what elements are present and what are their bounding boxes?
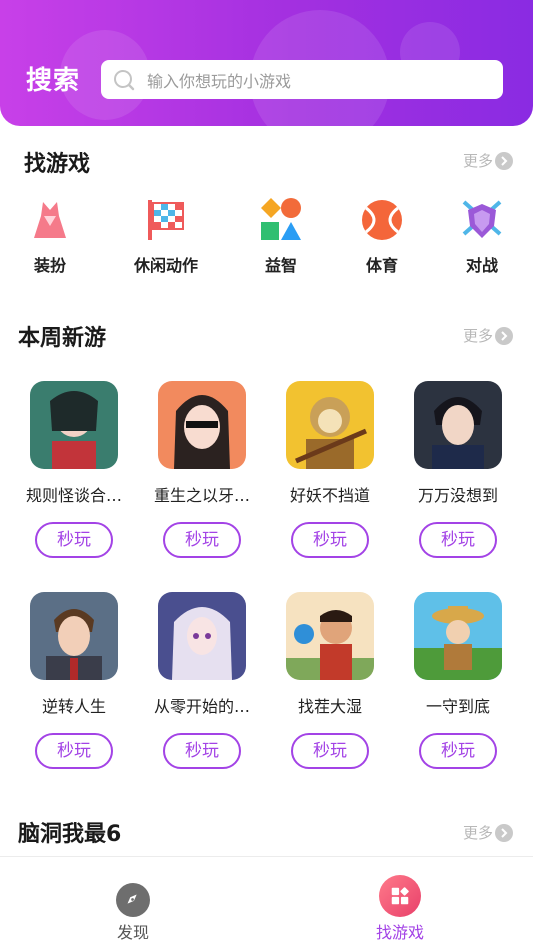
game-card[interactable]: 好妖不挡道 秒玩 xyxy=(275,381,385,558)
play-button[interactable]: 秒玩 xyxy=(35,522,113,558)
more-link-find-games[interactable]: 更多 xyxy=(463,150,514,171)
game-thumbnail[interactable] xyxy=(286,381,374,469)
page-title: 搜索 xyxy=(26,66,81,96)
search-input[interactable]: 输入你想玩的小游戏 xyxy=(101,60,503,99)
chevron-right-icon xyxy=(495,326,514,345)
game-name: 好妖不挡道 xyxy=(289,486,370,505)
more-label: 更多 xyxy=(463,152,494,170)
tab-label: 找游戏 xyxy=(375,923,424,942)
tab-discover[interactable]: 发现 xyxy=(73,857,193,943)
game-thumbnail[interactable] xyxy=(158,381,246,469)
game-card[interactable]: 万万没想到 秒玩 xyxy=(403,381,513,558)
play-button[interactable]: 秒玩 xyxy=(163,522,241,558)
game-card[interactable]: 规则怪谈合… 秒玩 xyxy=(19,381,129,558)
category-label: 体育 xyxy=(365,256,398,275)
more-link-new-games[interactable]: 更多 xyxy=(463,325,514,346)
play-button[interactable]: 秒玩 xyxy=(291,522,369,558)
game-card[interactable]: 找茬大湿 秒玩 xyxy=(275,592,385,769)
game-name: 重生之以牙… xyxy=(153,486,250,505)
category-label: 益智 xyxy=(264,256,297,275)
play-button[interactable]: 秒玩 xyxy=(163,733,241,769)
play-button[interactable]: 秒玩 xyxy=(35,733,113,769)
category-sports[interactable]: 体育 xyxy=(342,196,422,276)
ball-icon xyxy=(362,200,402,240)
search-placeholder: 输入你想玩的小游戏 xyxy=(147,71,292,91)
game-card[interactable]: 重生之以牙… 秒玩 xyxy=(147,381,257,558)
compass-icon xyxy=(116,883,150,917)
game-name: 一守到底 xyxy=(425,697,490,716)
more-link-brain[interactable]: 更多 xyxy=(463,822,514,843)
shapes-icon xyxy=(261,198,301,240)
category-puzzle[interactable]: 益智 xyxy=(241,196,321,276)
section-title-find-games: 找游戏 xyxy=(24,152,91,177)
category-label: 对战 xyxy=(465,256,498,275)
game-name: 逆转人生 xyxy=(41,697,106,716)
section-title-new-games: 本周新游 xyxy=(18,326,107,351)
play-button[interactable]: 秒玩 xyxy=(419,733,497,769)
play-button[interactable]: 秒玩 xyxy=(419,522,497,558)
checkered-flag-icon xyxy=(148,200,184,240)
category-label: 休闲动作 xyxy=(133,256,198,275)
shield-icon xyxy=(462,200,502,238)
game-thumbnail[interactable] xyxy=(286,592,374,680)
category-dress-up[interactable]: 装扮 xyxy=(10,196,90,276)
category-label: 装扮 xyxy=(33,256,66,275)
search-icon xyxy=(113,69,135,91)
game-card[interactable]: 从零开始的… 秒玩 xyxy=(147,592,257,769)
category-battle[interactable]: 对战 xyxy=(442,196,522,276)
game-card[interactable]: 一守到底 秒玩 xyxy=(403,592,513,769)
game-name: 规则怪谈合… xyxy=(25,486,122,505)
chevron-right-icon xyxy=(495,823,514,842)
game-thumbnail[interactable] xyxy=(414,592,502,680)
game-card[interactable]: 逆转人生 秒玩 xyxy=(19,592,129,769)
apps-icon xyxy=(379,875,421,917)
game-thumbnail[interactable] xyxy=(30,592,118,680)
play-button[interactable]: 秒玩 xyxy=(291,733,369,769)
more-label: 更多 xyxy=(463,327,494,345)
game-thumbnail[interactable] xyxy=(30,381,118,469)
section-title-brain: 脑洞我最6 xyxy=(18,822,122,847)
category-casual-action[interactable]: 休闲动作 xyxy=(126,196,206,276)
game-thumbnail[interactable] xyxy=(158,592,246,680)
game-thumbnail[interactable] xyxy=(414,381,502,469)
more-label: 更多 xyxy=(463,824,494,842)
header-bar: 搜索 输入你想玩的小游戏 xyxy=(0,0,533,126)
game-name: 找茬大湿 xyxy=(297,697,362,716)
chevron-right-icon xyxy=(495,151,514,170)
tab-label: 发现 xyxy=(116,923,149,942)
tab-find-games[interactable]: 找游戏 xyxy=(340,857,460,943)
dress-icon xyxy=(34,202,66,238)
game-name: 从零开始的… xyxy=(153,697,250,716)
game-name: 万万没想到 xyxy=(417,486,498,505)
bottom-tab-bar: 发现 找游戏 xyxy=(0,856,533,948)
